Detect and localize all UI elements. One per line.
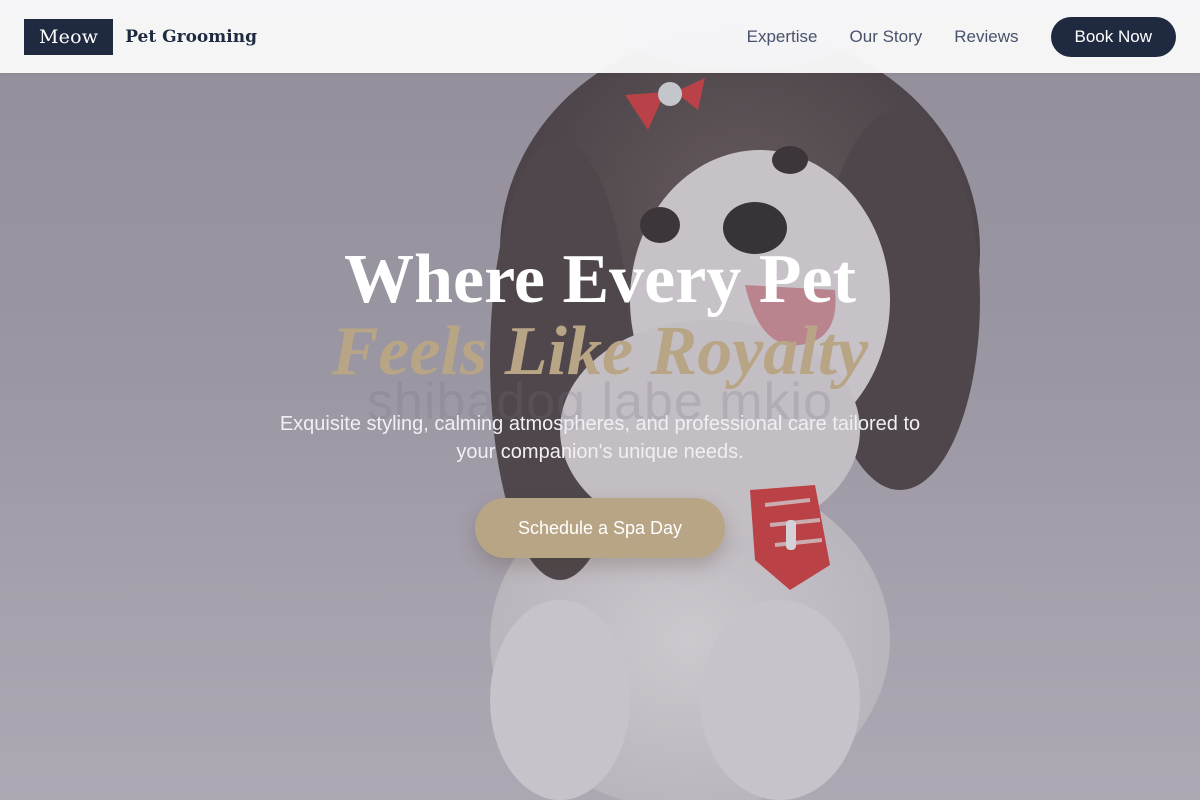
- book-now-button[interactable]: Book Now: [1050, 16, 1176, 57]
- logo-text: Meow: [39, 25, 99, 48]
- hero-subtitle: Exquisite styling, calming atmospheres, …: [279, 413, 921, 463]
- schedule-spa-day-button[interactable]: Schedule a Spa Day: [475, 498, 725, 558]
- hero-content: shibadog labe mkio Where Every Pet Feels…: [0, 0, 1200, 800]
- nav-link-our-story[interactable]: Our Story: [850, 27, 923, 47]
- nav-link-expertise[interactable]: Expertise: [747, 27, 818, 47]
- logo[interactable]: Meow: [24, 18, 114, 55]
- brand-name: Pet Grooming: [125, 26, 257, 47]
- site-header: Meow Pet Grooming Expertise Our Story Re…: [0, 0, 1200, 73]
- hero-title-line-2: Feels Like Royalty: [331, 313, 869, 390]
- main-nav: Expertise Our Story Reviews Book Now: [747, 16, 1176, 57]
- nav-link-reviews[interactable]: Reviews: [954, 27, 1018, 47]
